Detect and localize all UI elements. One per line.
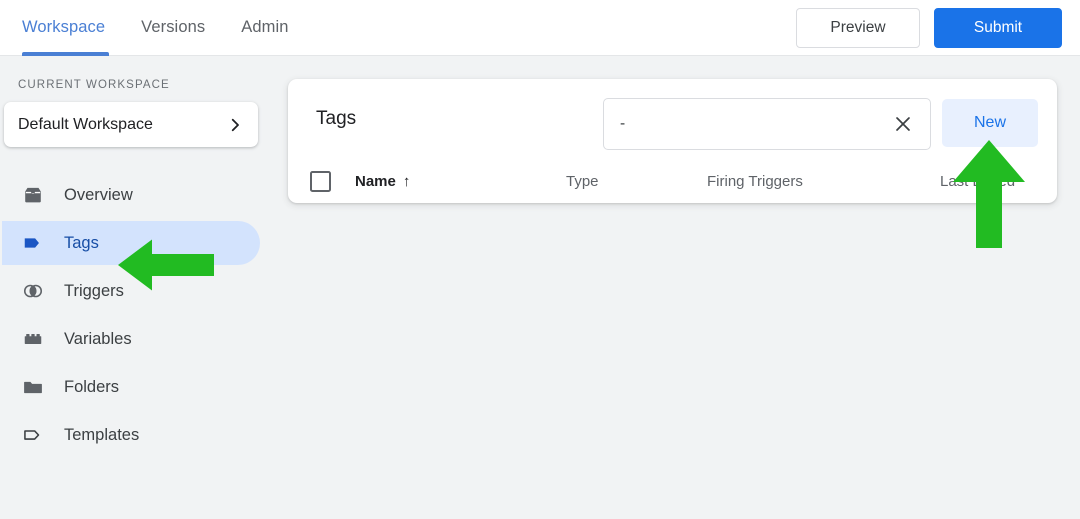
submit-button[interactable]: Submit — [934, 8, 1062, 48]
search-input[interactable] — [620, 115, 888, 133]
column-header-name[interactable]: Name ↑ — [355, 173, 410, 190]
topbar-actions: Preview Submit — [796, 0, 1062, 56]
venn-icon — [20, 279, 46, 303]
tab-workspace-label: Workspace — [22, 18, 106, 36]
search-field-wrapper — [603, 98, 931, 150]
sidebar-item-tags[interactable]: Tags — [0, 219, 274, 267]
sidebar-item-variables-label: Variables — [64, 329, 132, 348]
inbox-icon — [20, 183, 46, 207]
folder-icon — [20, 375, 46, 399]
column-header-last-edited[interactable]: Last Edited — [940, 173, 1015, 190]
current-workspace-label: CURRENT WORKSPACE — [18, 79, 170, 91]
tab-admin[interactable]: Admin — [223, 0, 306, 56]
column-header-type[interactable]: Type — [566, 173, 599, 190]
column-header-firing-triggers[interactable]: Firing Triggers — [707, 173, 803, 190]
tab-workspace[interactable]: Workspace — [22, 0, 123, 56]
new-tag-button-label: New — [973, 114, 1006, 131]
tab-versions[interactable]: Versions — [123, 0, 223, 56]
submit-button-label: Submit — [973, 19, 1023, 36]
sidebar-item-folders[interactable]: Folders — [0, 363, 274, 411]
brick-icon — [20, 327, 46, 351]
tag-outline-icon — [20, 423, 46, 447]
sidebar-item-templates-label: Templates — [64, 425, 140, 444]
search-box[interactable] — [603, 98, 931, 150]
sidebar-item-tags-label: Tags — [64, 233, 99, 252]
sidebar-item-triggers[interactable]: Triggers — [0, 267, 274, 315]
sidebar-item-overview-label: Overview — [64, 185, 133, 204]
preview-button[interactable]: Preview — [796, 8, 920, 48]
checkbox-unchecked-icon[interactable] — [310, 170, 331, 192]
tags-card-header: Tags New — [288, 79, 1057, 159]
top-navigation-bar: Workspace Versions Admin Preview Submit — [0, 0, 1080, 56]
sidebar-item-variables[interactable]: Variables — [0, 315, 274, 363]
workspace-name: Default Workspace — [18, 115, 153, 133]
sort-ascending-icon: ↑ — [402, 172, 411, 190]
preview-button-label: Preview — [830, 19, 886, 36]
close-icon[interactable] — [888, 109, 918, 139]
column-header-name-label: Name — [355, 172, 396, 190]
sidebar-item-triggers-label: Triggers — [64, 281, 124, 300]
gtm-workspace-screen: Workspace Versions Admin Preview Submit … — [0, 0, 1080, 519]
sidebar-item-templates[interactable]: Templates — [0, 411, 274, 459]
tab-bar: Workspace Versions Admin — [0, 0, 307, 56]
sidebar-item-folders-label: Folders — [64, 377, 120, 396]
sidebar-item-overview[interactable]: Overview — [0, 171, 274, 219]
sidebar: CURRENT WORKSPACE Default Workspace Over… — [0, 57, 274, 519]
new-tag-button[interactable]: New — [942, 99, 1038, 147]
workspace-selector[interactable]: Default Workspace — [4, 102, 258, 147]
tag-icon — [20, 231, 46, 255]
tab-versions-label: Versions — [141, 18, 206, 36]
tags-table-header: Name ↑ Type Firing Triggers Last Edited — [288, 159, 1057, 203]
tags-card: Tags New Name — [288, 79, 1057, 203]
page-title: Tags — [316, 108, 357, 129]
sidebar-nav-list: Overview Tags Triggers Variables Folders… — [0, 171, 274, 459]
chevron-right-icon — [226, 116, 244, 134]
tab-admin-label: Admin — [241, 18, 289, 36]
